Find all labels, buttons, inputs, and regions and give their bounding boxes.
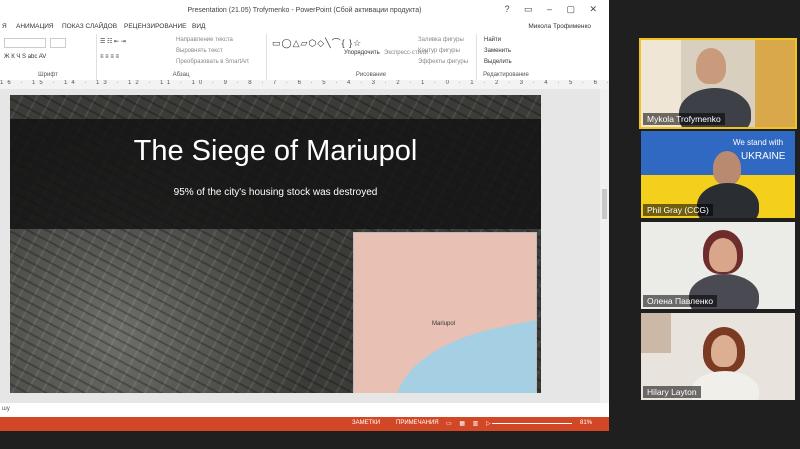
flag-text-line1: We stand with xyxy=(733,138,784,147)
flag-text-line2: UKRAINE xyxy=(741,151,786,162)
view-buttons[interactable]: ▭ ▦ ▥ ▷ xyxy=(446,420,494,427)
vertical-scrollbar[interactable] xyxy=(600,89,609,403)
drawing-group-label: Рисование xyxy=(355,72,387,78)
slide-title[interactable]: The Siege of Mariupol xyxy=(10,135,541,168)
participant-face xyxy=(709,238,737,272)
notes-button[interactable]: ЗАМЕТКИ xyxy=(352,420,380,426)
replace-button[interactable]: Заменить xyxy=(484,48,511,54)
list-buttons[interactable]: ☰ ☷ ⇤ ⇥ xyxy=(100,38,126,45)
slide[interactable]: The Siege of Mariupol 95% of the city's … xyxy=(10,95,541,393)
user-name[interactable]: Микола Трофименко xyxy=(528,23,591,30)
participant-body xyxy=(691,371,759,400)
align-text-button[interactable]: Выровнять текст xyxy=(176,48,223,54)
zoom-slider[interactable] xyxy=(492,423,572,424)
participant-tile-2[interactable]: We stand with UKRAINE Phil Gray (CCG) xyxy=(641,131,795,218)
shape-outline-button[interactable]: Контур фигуры xyxy=(418,48,460,54)
room-background xyxy=(641,313,671,353)
shape-effects-button[interactable]: Эффекты фигуры xyxy=(418,59,468,65)
editing-group: Найти Заменить Выделить Редактирование xyxy=(476,34,536,80)
editing-group-label: Редактирование xyxy=(483,72,529,78)
tab-view[interactable]: ВИД xyxy=(192,23,205,30)
notes-pane[interactable]: шу xyxy=(0,403,609,417)
slide-subtitle[interactable]: 95% of the city's housing stock was dest… xyxy=(10,187,541,198)
comments-button[interactable]: ПРИМЕЧАНИЯ xyxy=(396,420,439,426)
font-group-label: Шрифт xyxy=(38,72,58,78)
font-size-box[interactable] xyxy=(50,38,66,48)
font-name-box[interactable] xyxy=(4,38,46,48)
paragraph-group-label: Абзац xyxy=(172,72,190,78)
window-controls[interactable]: ? ▭ – ▢ ✕ xyxy=(504,4,603,15)
scrollbar-thumb[interactable] xyxy=(602,189,607,219)
tab-review[interactable]: РЕЦЕНЗИРОВАНИЕ xyxy=(124,23,187,30)
drawing-group: ▭◯△▱⬡◇╲⌒{ }☆ Упорядочить Экспресс-стили … xyxy=(266,34,477,80)
find-button[interactable]: Найти xyxy=(484,37,501,43)
participant-name: Hilary Layton xyxy=(643,386,701,398)
map-city-label: Mariupol xyxy=(432,321,456,327)
font-group: Ж К Ч S abc AV Шрифт xyxy=(0,34,97,80)
ribbon-tabs: Я АНИМАЦИЯ ПОКАЗ СЛАЙДОВ РЕЦЕНЗИРОВАНИЕ … xyxy=(0,22,609,56)
sea-area xyxy=(383,306,536,393)
tab-animation[interactable]: АНИМАЦИЯ xyxy=(16,23,54,30)
shape-fill-button[interactable]: Заливка фигуры xyxy=(418,37,464,43)
tab-file[interactable]: Я xyxy=(2,23,7,30)
smartart-button[interactable]: Преобразовать в SmartArt xyxy=(176,59,249,65)
tab-slideshow[interactable]: ПОКАЗ СЛАЙДОВ xyxy=(62,23,117,30)
participant-tile-1[interactable]: Mykola Trofymenko xyxy=(639,38,797,129)
powerpoint-window: Presentation (21.05) Trofymenko - PowerP… xyxy=(0,0,609,431)
ribbon: Ж К Ч S abc AV Шрифт ☰ ☷ ⇤ ⇥ Направление… xyxy=(0,34,609,81)
participant-name: Mykola Trofymenko xyxy=(643,113,725,125)
notes-text: шу xyxy=(2,406,10,412)
text-direction-button[interactable]: Направление текста xyxy=(176,37,233,43)
shapes-gallery[interactable]: ▭◯△▱⬡◇╲⌒{ }☆ xyxy=(272,36,362,49)
participant-name: Олена Павленко xyxy=(643,295,718,307)
participant-face xyxy=(711,335,737,367)
participant-tile-4[interactable]: Hilary Layton xyxy=(641,313,795,400)
participant-tile-3[interactable]: Олена Павленко xyxy=(641,222,795,309)
paragraph-group: ☰ ☷ ⇤ ⇥ Направление текста Выровнять тек… xyxy=(96,34,267,80)
participant-face xyxy=(713,151,741,185)
select-button[interactable]: Выделить xyxy=(484,59,512,65)
font-style-buttons[interactable]: Ж К Ч S abc AV xyxy=(4,54,46,60)
zoom-level[interactable]: 81% xyxy=(580,420,592,426)
shelf-background xyxy=(755,40,795,127)
slide-canvas: The Siege of Mariupol 95% of the city's … xyxy=(0,89,600,403)
arrange-button[interactable]: Упорядочить xyxy=(344,50,380,56)
title-bar: Presentation (21.05) Trofymenko - PowerP… xyxy=(0,0,609,22)
status-bar: ЗАМЕТКИ ПРИМЕЧАНИЯ ▭ ▦ ▥ ▷ 81% xyxy=(0,417,609,431)
align-buttons[interactable]: ≡ ≡ ≡ ≡ xyxy=(100,54,119,60)
participant-name: Phil Gray (CCG) xyxy=(643,204,713,216)
mariupol-map[interactable]: Mariupol xyxy=(353,232,537,393)
participant-face xyxy=(696,48,726,84)
